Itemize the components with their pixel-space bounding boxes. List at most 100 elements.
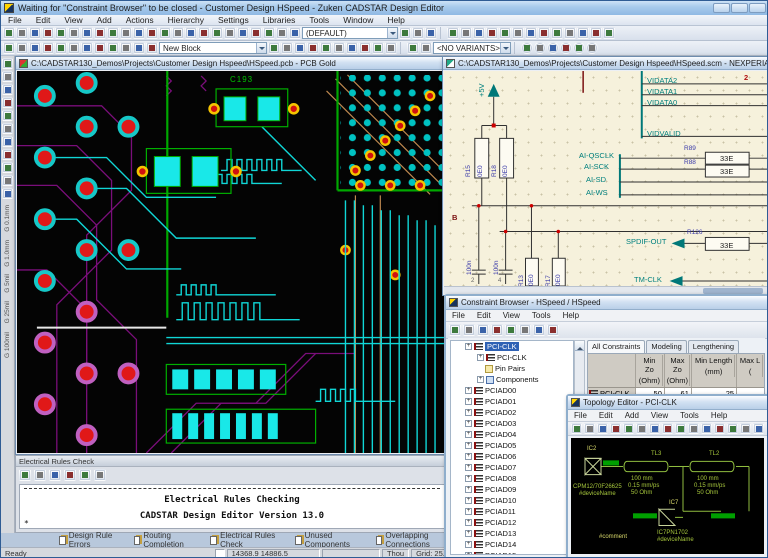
menu-item[interactable]: Help (557, 311, 585, 320)
expand-toggle[interactable]: + (477, 376, 484, 383)
grid-shortcut[interactable]: G 100mil (4, 332, 11, 358)
tree-item-net[interactable]: + PCIAD08 (451, 473, 573, 484)
mitre-icon[interactable] (133, 27, 145, 39)
expand-toggle[interactable]: + (465, 464, 472, 471)
layers-icon[interactable] (276, 27, 288, 39)
save-icon[interactable] (42, 27, 54, 39)
tree-item-root[interactable]: PCI-CLK (485, 342, 519, 351)
redo-icon[interactable] (172, 27, 184, 39)
copy-clip-icon[interactable] (407, 42, 419, 54)
preview-icon[interactable] (425, 27, 437, 39)
tile-windows-icon[interactable] (447, 27, 459, 39)
rail-arrow-icon[interactable] (2, 175, 13, 186)
output-tab[interactable]: Unused Components (291, 531, 368, 549)
menu-item[interactable]: File (1, 15, 29, 25)
tree-item-net[interactable]: + PCIAD05 (451, 440, 573, 451)
nets-icon[interactable] (636, 423, 647, 434)
output-tab[interactable]: Electrical Rules Check (206, 531, 287, 549)
view-all-icon[interactable] (198, 27, 210, 39)
rail-grid-icon[interactable] (2, 162, 13, 173)
topology-titlebar[interactable]: Topology Editor - PCI-CLK (568, 396, 767, 410)
print-icon[interactable] (49, 468, 61, 481)
rules-icon[interactable] (714, 423, 725, 434)
rail-layer-icon[interactable] (2, 84, 13, 95)
archive-icon[interactable] (499, 27, 511, 39)
menu-item[interactable]: Tools (302, 15, 336, 25)
delete-icon[interactable] (3, 42, 15, 54)
menu-item[interactable]: Actions (119, 15, 161, 25)
tree-item-net[interactable]: + PCIAD01 (451, 396, 573, 407)
tree-item[interactable]: Components (496, 375, 539, 384)
tree-item-net[interactable]: + PCIAD09 (451, 484, 573, 495)
copy-icon[interactable] (79, 468, 91, 481)
expand-toggle[interactable]: + (465, 387, 472, 394)
print-icon[interactable] (55, 27, 67, 39)
nav-down-icon[interactable] (560, 42, 572, 54)
zoom-previous-icon[interactable] (590, 27, 602, 39)
zoom-in-icon[interactable] (740, 423, 751, 434)
edit-icon[interactable] (675, 423, 686, 434)
menu-item[interactable]: Edit (29, 15, 58, 25)
tree-item-net[interactable]: + PCIAD00 (451, 385, 573, 396)
rail-cursor-icon[interactable] (2, 58, 13, 69)
fit-view-icon[interactable] (727, 423, 738, 434)
zoom-out-icon[interactable] (577, 27, 589, 39)
level-icon[interactable] (385, 42, 397, 54)
rail-star-icon[interactable] (2, 149, 13, 160)
back-icon[interactable] (597, 423, 608, 434)
paste-icon[interactable] (662, 423, 673, 434)
rail-mitre-icon[interactable] (2, 123, 13, 134)
tree-item-net[interactable]: + PCIAD06 (451, 451, 573, 462)
nav-fwd-icon[interactable] (534, 42, 546, 54)
ellipse-icon[interactable] (81, 42, 93, 54)
colour-set-icon[interactable] (399, 27, 411, 39)
expand-toggle[interactable]: + (465, 409, 472, 416)
arc-icon[interactable] (68, 42, 80, 54)
folder-open-icon[interactable] (486, 27, 498, 39)
tab-all-constraints[interactable]: All Constraints (587, 340, 646, 353)
menu-item[interactable]: View (57, 15, 89, 25)
draw-line-icon[interactable] (16, 42, 28, 54)
expand-toggle[interactable]: + (465, 442, 472, 449)
flag-icon[interactable] (525, 27, 537, 39)
pcb-canvas[interactable]: C193 (17, 71, 444, 453)
menu-item[interactable]: File (446, 311, 471, 320)
teardrop-icon[interactable] (359, 42, 371, 54)
nav-home-icon[interactable] (573, 42, 585, 54)
output-tab[interactable]: Design Rule Errors (55, 531, 126, 549)
menu-item[interactable]: View (497, 311, 526, 320)
smiley-icon[interactable] (289, 27, 301, 39)
block-dropdown[interactable]: New Block (159, 42, 267, 54)
expand-toggle[interactable]: + (465, 475, 472, 482)
tree-item-net[interactable]: + PCIAD03 (451, 418, 573, 429)
expand-toggle[interactable]: + (465, 398, 472, 405)
rail-target-icon[interactable] (2, 188, 13, 199)
expand-toggle[interactable]: + (465, 343, 472, 350)
filter-poly-icon[interactable] (333, 42, 345, 54)
menu-item[interactable]: Edit (471, 311, 497, 320)
save-icon[interactable] (19, 468, 31, 481)
nav-back-icon[interactable] (521, 42, 533, 54)
schematic-canvas[interactable]: 2 B +5V VIDATA2 VIDATA1 VIDATA0 VIDVALID… (444, 71, 767, 286)
menu-item[interactable]: Add (619, 411, 645, 420)
paste-icon[interactable] (505, 324, 517, 336)
align-icon[interactable] (120, 42, 132, 54)
menu-item[interactable]: Tools (526, 311, 557, 320)
filter-icon[interactable] (81, 27, 93, 39)
print-icon[interactable] (463, 324, 475, 336)
minimize-button[interactable] (713, 3, 730, 13)
expand-toggle[interactable]: + (465, 420, 472, 427)
stretch-icon[interactable] (120, 27, 132, 39)
import-icon[interactable] (29, 27, 41, 39)
filter-area-icon[interactable] (307, 42, 319, 54)
variants-dropdown[interactable]: <NO VARIANTS> (433, 42, 511, 54)
folder-prev-icon[interactable] (460, 27, 472, 39)
variant-icon[interactable] (420, 42, 432, 54)
grid-shortcut[interactable]: G 25mil (4, 301, 11, 323)
rail-snap-icon[interactable] (2, 136, 13, 147)
origin-icon[interactable] (133, 42, 145, 54)
mirror-icon[interactable] (224, 27, 236, 39)
menu-item[interactable]: Tools (674, 411, 705, 420)
copy-icon[interactable] (491, 324, 503, 336)
grid-shortcut[interactable]: G 0.1mm (4, 205, 11, 232)
